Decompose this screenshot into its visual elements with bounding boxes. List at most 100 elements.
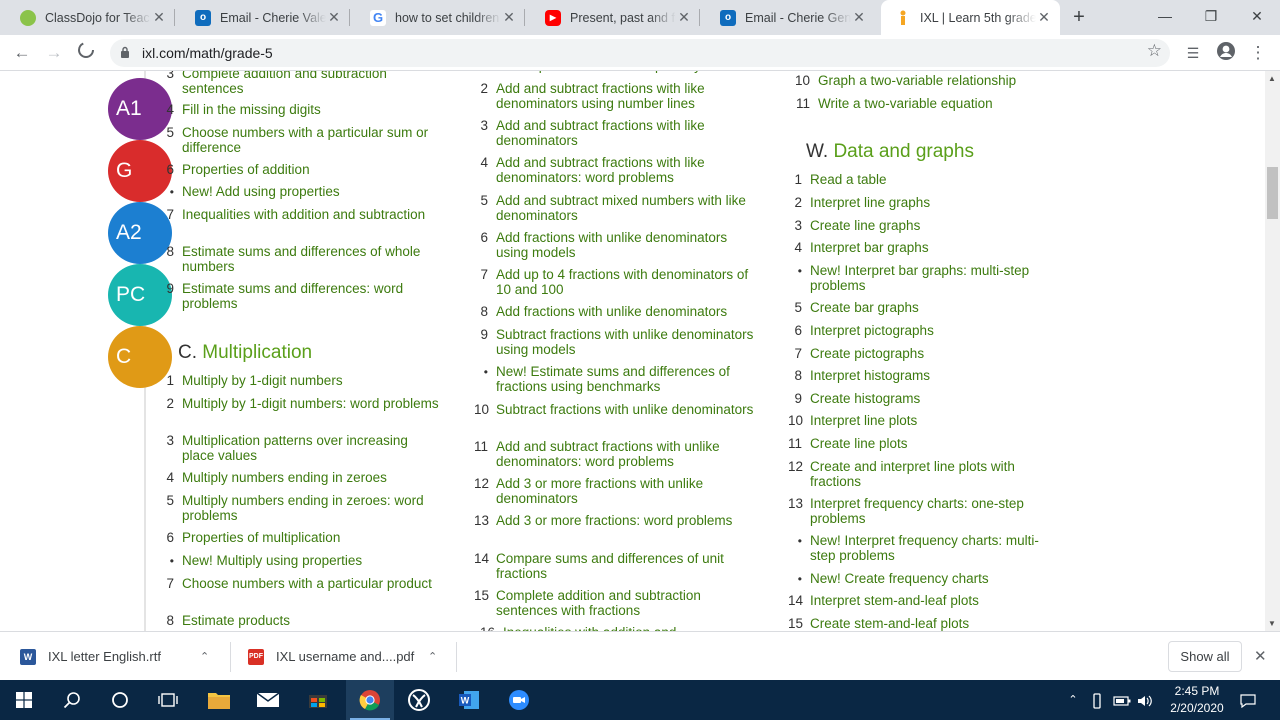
skill-item[interactable]: 6 Properties of addition — [162, 162, 442, 178]
show-all-button[interactable]: Show all — [1168, 641, 1242, 672]
show-hidden-icons-icon[interactable]: ⌃ — [1064, 680, 1082, 720]
more-menu-icon[interactable]: ⋮ — [1246, 41, 1270, 65]
skill-item[interactable]: 13 Add 3 or more fractions: word problems — [474, 513, 756, 529]
skill-item[interactable]: 14 Interpret stem-and-leaf plots — [788, 593, 1048, 609]
close-download-bar-icon[interactable]: ✕ — [1254, 647, 1267, 665]
skill-item[interactable]: 7 Choose numbers with a particular produc… — [162, 576, 442, 592]
skill-item[interactable]: 3 Add and subtract fractions with like de… — [474, 118, 756, 149]
skill-item[interactable]: 4 Interpret bar graphs — [788, 240, 1048, 256]
chevron-up-icon[interactable]: ⌃ — [200, 650, 209, 663]
close-tab-icon[interactable]: ✕ — [676, 9, 692, 26]
scrollbar[interactable]: ▲ ▼ — [1265, 71, 1280, 631]
file-explorer-icon[interactable] — [195, 680, 243, 720]
skill-item[interactable]: 15 Create stem-and-leaf plots — [788, 616, 1048, 631]
skill-item[interactable]: 10 Graph a two-variable relationship — [790, 73, 1050, 89]
skill-item[interactable]: 15 Complete addition and subtraction sent… — [474, 588, 756, 619]
cortana-icon[interactable] — [96, 680, 144, 720]
tab[interactable]: ClassDojo for Teache✕ — [6, 0, 175, 35]
close-tab-icon[interactable]: ✕ — [151, 9, 167, 26]
usb-icon[interactable] — [1088, 680, 1106, 720]
forward-icon[interactable]: → — [42, 41, 66, 65]
skill-item[interactable]: 11 Write a two-variable equation — [790, 96, 1050, 112]
skill-item[interactable]: 9 Estimate sums and differences: word pro… — [162, 281, 442, 312]
zoom-icon[interactable] — [495, 680, 543, 720]
skill-item[interactable]: 1 Multiply by 1-digit numbers — [162, 373, 442, 389]
tab[interactable]: o Email - Cherie Valeric✕ — [181, 0, 350, 35]
skill-item[interactable]: 4 Fill in the missing digits — [162, 102, 442, 118]
skill-item[interactable]: 3 Create line graphs — [788, 218, 1048, 234]
clipped-skill-item[interactable]: 2Decompose fractions multiple ways — [480, 71, 740, 74]
section-title[interactable]: Multiplication — [202, 342, 312, 363]
skill-item[interactable]: 12 Add 3 or more fractions with unlike de… — [474, 476, 756, 507]
skill-item[interactable]: 9 Subtract fractions with unlike denomina… — [474, 327, 756, 358]
skill-item[interactable]: 2 Interpret line graphs — [788, 195, 1048, 211]
skill-item[interactable]: 8 Add fractions with unlike denominators — [474, 304, 756, 320]
skill-item[interactable]: 1 Read a table — [788, 172, 1048, 188]
new-skill-item[interactable]: • New! Interpret frequency charts: multi-… — [788, 533, 1048, 564]
skill-item[interactable]: 2 Multiply by 1-digit numbers: word probl… — [162, 396, 442, 412]
scrollbar-thumb[interactable] — [1267, 167, 1278, 219]
skill-item[interactable]: 3 Complete addition and subtraction sente… — [162, 71, 442, 97]
close-tab-icon[interactable]: ✕ — [1036, 9, 1052, 26]
skill-item[interactable]: 8 Estimate sums and differences of whole … — [162, 244, 442, 275]
skill-item[interactable]: 4 Add and subtract fractions with like de… — [474, 155, 756, 186]
tab[interactable]: Ghow to set children v ✕ — [356, 0, 525, 35]
close-tab-icon[interactable]: ✕ — [851, 9, 867, 26]
skill-item[interactable]: 5 Multiply numbers ending in zeroes: word… — [162, 493, 442, 524]
profile-avatar-icon[interactable] — [1214, 41, 1238, 65]
windows-start-icon[interactable] — [0, 680, 48, 720]
task-view-icon[interactable] — [144, 680, 192, 720]
back-icon[interactable]: ← — [10, 41, 34, 65]
skill-item[interactable]: 14 Compare sums and differences of unit f… — [474, 551, 756, 582]
download-item[interactable]: PDF IXL username and....pdf ⌃ — [248, 632, 448, 681]
new-skill-item[interactable]: • New! Estimate sums and differences of f… — [474, 364, 756, 395]
notifications-icon[interactable] — [1238, 680, 1258, 720]
skill-item[interactable]: 6 Add fractions with unlike denominators … — [474, 230, 756, 261]
mail-icon[interactable] — [244, 680, 292, 720]
skill-item[interactable]: 6 Properties of multiplication — [162, 530, 442, 546]
tab[interactable]: ▶ Present, past and fut ✕ — [531, 0, 700, 35]
close-tab-icon[interactable]: ✕ — [501, 9, 517, 26]
close-tab-icon[interactable]: ✕ — [326, 9, 342, 26]
skill-item[interactable]: 5 Add and subtract mixed numbers with lik… — [474, 193, 756, 224]
new-skill-item[interactable]: • New! Multiply using properties — [162, 553, 442, 569]
media-control-icon[interactable]: ☰ — [1181, 41, 1205, 65]
skill-item[interactable]: 7 Add up to 4 fractions with denominators… — [474, 267, 756, 298]
scroll-down-icon[interactable]: ▼ — [1268, 619, 1276, 628]
skill-item[interactable]: 9 Create histograms — [788, 391, 1048, 407]
volume-icon[interactable] — [1136, 680, 1154, 720]
word-icon[interactable]: W — [445, 680, 493, 720]
skill-item[interactable]: 10 Subtract fractions with unlike denomin… — [474, 402, 756, 418]
skill-item[interactable]: 8 Estimate products — [162, 613, 442, 629]
xbox-icon[interactable] — [395, 680, 443, 720]
new-tab-button[interactable]: + — [1068, 6, 1090, 28]
skill-item[interactable]: 7 Create pictographs — [788, 346, 1048, 362]
skill-item[interactable]: 6 Interpret pictographs — [788, 323, 1048, 339]
skill-item[interactable]: 4 Multiply numbers ending in zeroes — [162, 470, 442, 486]
new-skill-item[interactable]: • New! Create frequency charts — [788, 571, 1048, 587]
skill-item[interactable]: 13 Interpret frequency charts: one-step p… — [788, 496, 1048, 527]
skill-item[interactable]: 10 Interpret line plots — [788, 413, 1048, 429]
close-window-button[interactable]: ✕ — [1234, 0, 1280, 32]
skill-item[interactable]: 12 Create and interpret line plots with f… — [788, 459, 1048, 490]
search-icon[interactable] — [48, 680, 96, 720]
battery-icon[interactable] — [1112, 680, 1132, 720]
skill-item[interactable]: 11 Add and subtract fractions with unlike… — [474, 439, 756, 470]
system-clock[interactable]: 2:45 PM 2/20/2020 — [1157, 683, 1237, 717]
stop-loading-icon[interactable] — [74, 41, 98, 65]
tab[interactable]: o Email - Cherie Geno ✕ — [706, 0, 875, 35]
bookmark-star-icon[interactable]: ☆ — [1147, 41, 1162, 61]
new-skill-item[interactable]: • New! Interpret bar graphs: multi-step p… — [788, 263, 1048, 294]
chevron-up-icon[interactable]: ⌃ — [428, 650, 437, 663]
minimize-button[interactable]: — — [1142, 0, 1188, 32]
restore-button[interactable]: ❐ — [1188, 0, 1234, 32]
skill-item[interactable]: 5 Choose numbers with a particular sum or… — [162, 125, 442, 156]
download-item[interactable]: W IXL letter English.rtf ⌃ — [20, 632, 220, 681]
scroll-up-icon[interactable]: ▲ — [1268, 74, 1276, 83]
tab[interactable]: IXL | Learn 5th grade ✕ — [881, 0, 1060, 35]
skill-item[interactable]: 11 Create line plots — [788, 436, 1048, 452]
skill-item[interactable]: 3 Multiplication patterns over increasing… — [162, 433, 442, 464]
skill-item[interactable]: 8 Interpret histograms — [788, 368, 1048, 384]
section-title[interactable]: Data and graphs — [833, 141, 974, 162]
skill-item[interactable]: 2 Add and subtract fractions with like de… — [474, 81, 756, 112]
